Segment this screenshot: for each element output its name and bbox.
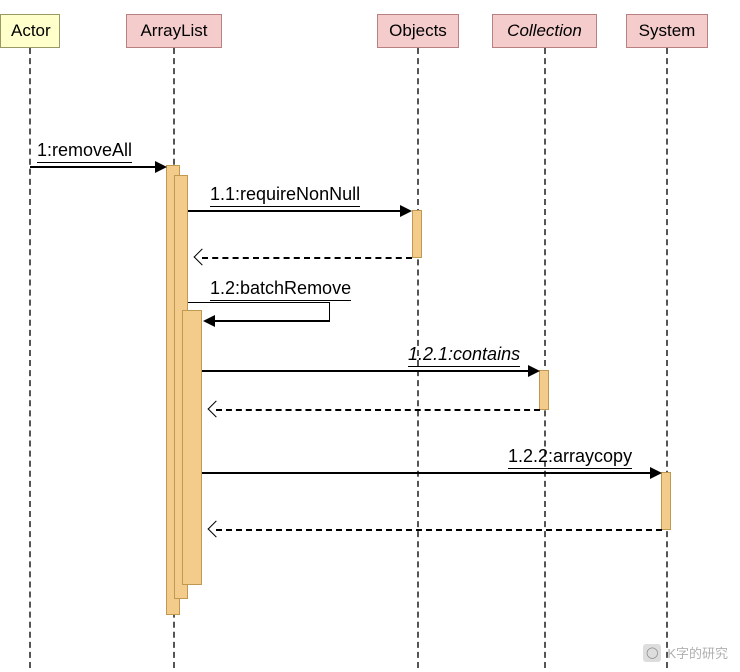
wechat-icon: ◯ xyxy=(643,644,661,662)
participant-arraylist-label: ArrayList xyxy=(140,21,207,40)
msg-arraycopy-arrowhead xyxy=(650,467,662,479)
return-contains-arrowhead xyxy=(208,401,225,418)
msg-arraycopy-arrow xyxy=(202,472,660,474)
participant-system-label: System xyxy=(639,21,696,40)
activation-arraylist-batch xyxy=(182,310,202,585)
activation-collection xyxy=(539,370,549,410)
msg-requirenonnull-arrowhead xyxy=(400,205,412,217)
msg-requirenonnull-arrow xyxy=(188,210,410,212)
activation-system xyxy=(661,472,671,530)
msg-contains-arrow xyxy=(202,370,538,372)
watermark-text: K字的研究 xyxy=(667,643,728,662)
participant-actor: Actor xyxy=(0,14,60,48)
participant-arraylist: ArrayList xyxy=(126,14,222,48)
msg-contains-arrowhead xyxy=(528,365,540,377)
msg-removeall-label: 1:removeAll xyxy=(37,140,132,163)
msg-arraycopy-label: 1.2.2:arraycopy xyxy=(508,446,632,469)
participant-actor-label: Actor xyxy=(11,21,51,40)
lifeline-actor xyxy=(29,48,31,668)
return-arraycopy-arrow xyxy=(216,529,662,531)
msg-removeall-arrow xyxy=(30,166,165,168)
return-requirenonnull-arrow xyxy=(202,257,412,259)
watermark: ◯ K字的研究 xyxy=(643,643,728,662)
msg-contains-label: 1.2.1:contains xyxy=(408,344,520,367)
participant-system: System xyxy=(626,14,708,48)
msg-batchremove-label: 1.2:batchRemove xyxy=(210,278,351,301)
return-arraycopy-arrowhead xyxy=(208,521,225,538)
activation-objects xyxy=(412,210,422,258)
return-contains-arrow xyxy=(216,409,540,411)
lifeline-system xyxy=(666,48,668,668)
msg-removeall-arrowhead xyxy=(155,161,167,173)
lifeline-collection xyxy=(544,48,546,668)
participant-objects-label: Objects xyxy=(389,21,447,40)
participant-collection-label: Collection xyxy=(507,21,582,40)
return-requirenonnull-arrowhead xyxy=(194,249,211,266)
msg-batchremove-loop-bottom xyxy=(205,320,330,322)
msg-requirenonnull-label: 1.1:requireNonNull xyxy=(210,184,360,207)
msg-batchremove-arrowhead xyxy=(203,315,215,327)
participant-collection: Collection xyxy=(492,14,597,48)
participant-objects: Objects xyxy=(377,14,459,48)
